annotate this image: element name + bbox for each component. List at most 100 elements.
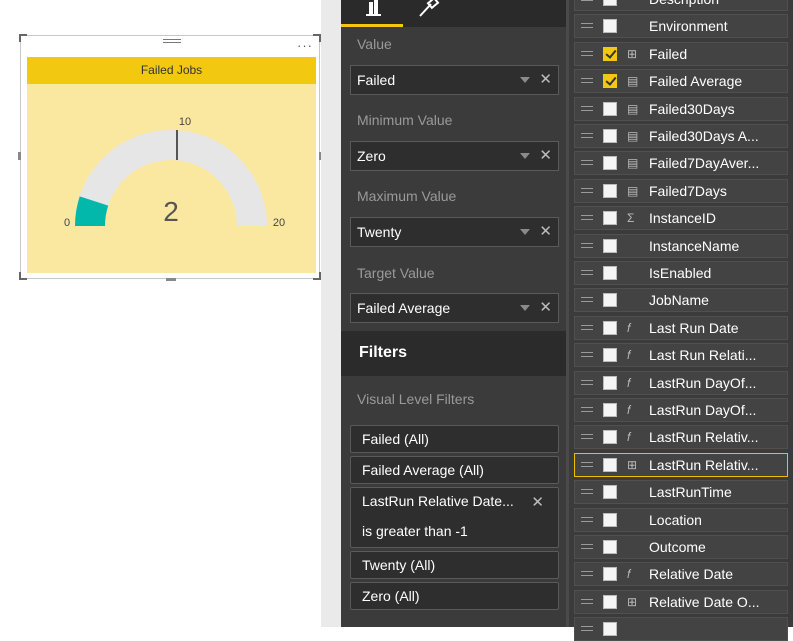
gauge-visual[interactable]: ··· Failed Jobs 2 0 20 10 <box>18 34 322 281</box>
drag-grip-icon[interactable] <box>581 571 593 579</box>
filter-card[interactable]: Zero (All) <box>350 582 559 610</box>
field-row[interactable] <box>574 617 788 641</box>
field-row[interactable]: ⊞ Failed <box>574 41 788 66</box>
field-checkbox[interactable] <box>603 622 617 637</box>
field-checkbox[interactable] <box>603 540 617 554</box>
filter-card[interactable]: Failed (All) <box>350 425 559 453</box>
chevron-down-icon[interactable] <box>520 153 530 159</box>
field-row[interactable]: 𝑓 LastRun Relativ... <box>574 425 788 450</box>
drag-grip-icon[interactable] <box>581 352 593 360</box>
field-checkbox[interactable] <box>603 266 617 280</box>
field-checkbox[interactable] <box>603 74 617 89</box>
field-checkbox[interactable] <box>603 238 617 253</box>
field-row[interactable]: Description <box>574 0 788 11</box>
field-checkbox[interactable] <box>603 594 617 609</box>
chevron-down-icon[interactable] <box>520 305 530 311</box>
drag-grip-icon[interactable] <box>581 516 593 525</box>
field-row[interactable]: Σ InstanceID <box>574 206 788 231</box>
field-row[interactable]: ▤ Failed7Days <box>574 178 788 203</box>
resize-corner[interactable] <box>313 34 321 42</box>
drag-grip-icon[interactable] <box>581 544 593 552</box>
field-checkbox[interactable] <box>603 0 617 6</box>
drag-grip-icon[interactable] <box>581 187 593 196</box>
drag-grip-icon[interactable] <box>581 461 593 470</box>
maximum-value-well[interactable]: Twenty ✕ <box>350 217 559 247</box>
chevron-down-icon[interactable] <box>520 77 530 83</box>
drag-grip-icon[interactable] <box>581 0 593 4</box>
resize-corner[interactable] <box>313 272 321 280</box>
field-row[interactable]: LastRunTime <box>574 480 788 505</box>
filter-card[interactable]: Failed Average (All) <box>350 456 559 484</box>
drag-grip-icon[interactable] <box>581 105 593 114</box>
tab-fields[interactable] <box>341 0 403 27</box>
field-row[interactable]: ⊞ LastRun Relativ... <box>574 452 788 477</box>
close-icon[interactable]: ✕ <box>539 66 552 94</box>
chevron-down-icon[interactable] <box>520 229 530 235</box>
field-checkbox[interactable] <box>603 129 617 143</box>
drag-grip-icon[interactable] <box>163 39 181 47</box>
close-icon[interactable]: ✕ <box>531 493 544 511</box>
field-checkbox[interactable] <box>603 19 617 34</box>
field-checkbox[interactable] <box>603 46 617 61</box>
field-row[interactable]: ▤ Failed Average <box>574 69 788 94</box>
field-row[interactable]: Environment <box>574 14 788 39</box>
field-row[interactable]: JobName <box>574 288 788 313</box>
drag-grip-icon[interactable] <box>581 133 593 141</box>
drag-grip-icon[interactable] <box>581 50 593 59</box>
drag-grip-icon[interactable] <box>581 215 593 223</box>
close-icon[interactable]: ✕ <box>539 142 552 170</box>
resize-corner[interactable] <box>19 272 27 280</box>
drag-grip-icon[interactable] <box>581 489 593 497</box>
drag-grip-icon[interactable] <box>581 78 593 86</box>
field-checkbox[interactable] <box>603 101 617 116</box>
field-row[interactable]: 𝑓 LastRun DayOf... <box>574 398 788 422</box>
drag-grip-icon[interactable] <box>581 626 593 634</box>
filter-card[interactable]: Twenty (All) <box>350 551 559 579</box>
field-checkbox[interactable] <box>603 512 617 527</box>
field-checkbox[interactable] <box>603 375 617 390</box>
resize-handle-bottom[interactable] <box>166 278 176 281</box>
field-checkbox[interactable] <box>603 485 617 500</box>
field-row[interactable]: ▤ Failed30Days <box>574 96 788 121</box>
tab-format[interactable] <box>411 0 451 27</box>
field-checkbox[interactable] <box>603 156 617 171</box>
field-row[interactable]: 𝑓 Last Run Relati... <box>574 343 788 368</box>
field-row[interactable]: 𝑓 Last Run Date <box>574 315 788 340</box>
field-checkbox[interactable] <box>603 183 617 198</box>
field-checkbox[interactable] <box>603 567 617 582</box>
drag-grip-icon[interactable] <box>581 598 593 607</box>
field-row[interactable]: Outcome <box>574 535 788 559</box>
more-options-icon[interactable]: ··· <box>297 38 313 53</box>
drag-grip-icon[interactable] <box>581 23 593 31</box>
drag-grip-icon[interactable] <box>581 407 593 415</box>
minimum-value-well[interactable]: Zero ✕ <box>350 141 559 171</box>
field-checkbox[interactable] <box>603 457 617 472</box>
field-row[interactable]: ▤ Failed7DayAver... <box>574 151 788 176</box>
drag-grip-icon[interactable] <box>581 270 593 278</box>
field-checkbox[interactable] <box>603 320 617 335</box>
drag-grip-icon[interactable] <box>581 297 593 305</box>
close-icon[interactable]: ✕ <box>539 218 552 246</box>
drag-grip-icon[interactable] <box>581 160 593 168</box>
target-value-well[interactable]: Failed Average ✕ <box>350 293 559 323</box>
drag-grip-icon[interactable] <box>581 434 593 442</box>
field-row[interactable]: InstanceName <box>574 233 788 258</box>
field-checkbox[interactable] <box>603 293 617 308</box>
field-checkbox[interactable] <box>603 211 617 226</box>
close-icon[interactable]: ✕ <box>539 294 552 322</box>
drag-grip-icon[interactable] <box>581 324 593 333</box>
field-row[interactable]: 𝑓 LastRun DayOf... <box>574 370 788 395</box>
field-row[interactable]: 𝑓 Relative Date <box>574 562 788 587</box>
field-row[interactable]: IsEnabled <box>574 261 788 285</box>
resize-corner[interactable] <box>19 34 27 42</box>
drag-grip-icon[interactable] <box>581 242 593 251</box>
resize-handle-left[interactable] <box>18 152 21 160</box>
field-row[interactable]: ⊞ Relative Date O... <box>574 589 788 614</box>
value-well[interactable]: Failed ✕ <box>350 65 559 95</box>
field-row[interactable]: Location <box>574 507 788 532</box>
filter-card-expanded[interactable]: LastRun Relative Date... ✕ is greater th… <box>350 487 559 548</box>
field-checkbox[interactable] <box>603 430 617 445</box>
drag-grip-icon[interactable] <box>581 379 593 388</box>
field-checkbox[interactable] <box>603 403 617 417</box>
field-checkbox[interactable] <box>603 348 617 363</box>
